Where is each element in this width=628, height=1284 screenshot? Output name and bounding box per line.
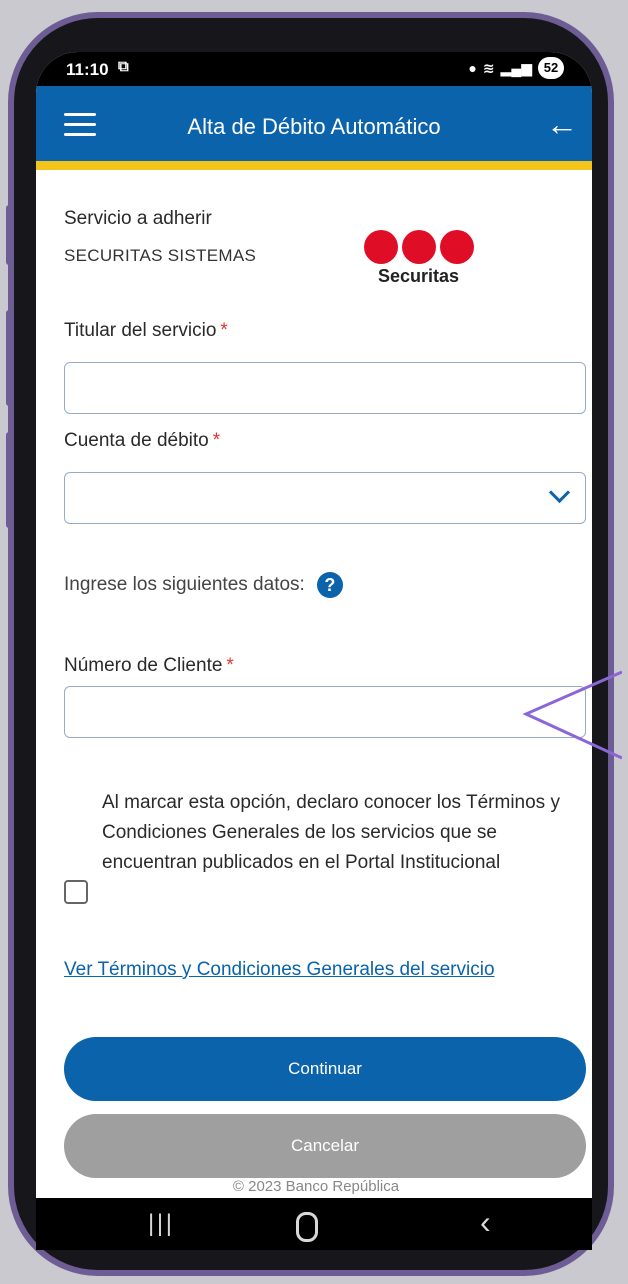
logo-dot: [402, 230, 436, 264]
account-select[interactable]: [64, 472, 586, 524]
holder-field-label: Titular del servicio *: [64, 320, 228, 342]
status-time: 11:10: [66, 60, 109, 79]
page-title: Alta de Débito Automático: [187, 114, 441, 139]
account-label-text: Cuenta de débito: [64, 430, 209, 451]
app-screen: 11:10 ⧉ ● ≋ ▂▄▆ 52 Alta de Débito Automá…: [36, 52, 592, 1198]
help-icon[interactable]: ?: [316, 572, 343, 598]
battery-badge: 52: [538, 57, 564, 79]
client-label-text: Número de Cliente: [64, 655, 223, 676]
terms-checkbox-text: Al marcar esta opción, declaro conocer l…: [102, 792, 560, 873]
wifi-icon: ≋: [482, 59, 495, 76]
cancel-button[interactable]: Cancelar: [64, 1114, 586, 1178]
logo-dot: [440, 230, 474, 264]
signal-icon: ▂▄▆: [500, 59, 532, 76]
status-icons: ● ≋ ▂▄▆ 52: [468, 57, 564, 79]
annotation-arrow-icon: [522, 670, 622, 760]
terms-link[interactable]: Ver Términos y Condiciones Generales del…: [64, 954, 564, 986]
footer-copyright: © 2023 Banco República: [232, 1178, 400, 1195]
data-hint-text: Ingrese los siguientes datos:: [64, 574, 305, 596]
holder-input[interactable]: [64, 362, 586, 414]
location-icon: ●: [468, 60, 477, 76]
status-bar: 11:10 ⧉ ● ≋ ▂▄▆ 52: [36, 52, 592, 86]
continue-button[interactable]: Continuar: [64, 1037, 586, 1101]
chevron-down-icon: [548, 481, 571, 504]
holder-label-text: Titular del servicio: [64, 320, 217, 341]
terms-checkbox[interactable]: [64, 880, 88, 904]
required-asterisk: *: [220, 320, 228, 341]
screen-cast-icon: ⧉: [118, 58, 129, 75]
app-header: Alta de Débito Automático ←: [36, 86, 592, 170]
logo-wordmark: Securitas: [378, 266, 460, 286]
securitas-logo: Securitas: [364, 230, 476, 287]
required-asterisk: *: [226, 655, 234, 676]
service-name: SECURITAS SISTEMAS: [64, 246, 257, 265]
back-arrow-icon[interactable]: ←: [546, 106, 578, 143]
account-field-label: Cuenta de débito *: [64, 430, 220, 452]
home-icon[interactable]: [296, 1212, 318, 1242]
required-asterisk: *: [212, 430, 221, 451]
client-field-label: Número de Cliente *: [64, 655, 234, 677]
data-hint: Ingrese los siguientes datos:?: [64, 572, 343, 598]
service-label: Servicio a adherir: [64, 208, 212, 229]
client-number-input[interactable]: [64, 686, 586, 738]
recents-icon[interactable]: | | |: [148, 1210, 172, 1238]
system-nav-bar: | | | ‹: [36, 1198, 592, 1250]
logo-dot: [364, 230, 398, 264]
nav-back-icon[interactable]: ‹: [480, 1204, 491, 1241]
